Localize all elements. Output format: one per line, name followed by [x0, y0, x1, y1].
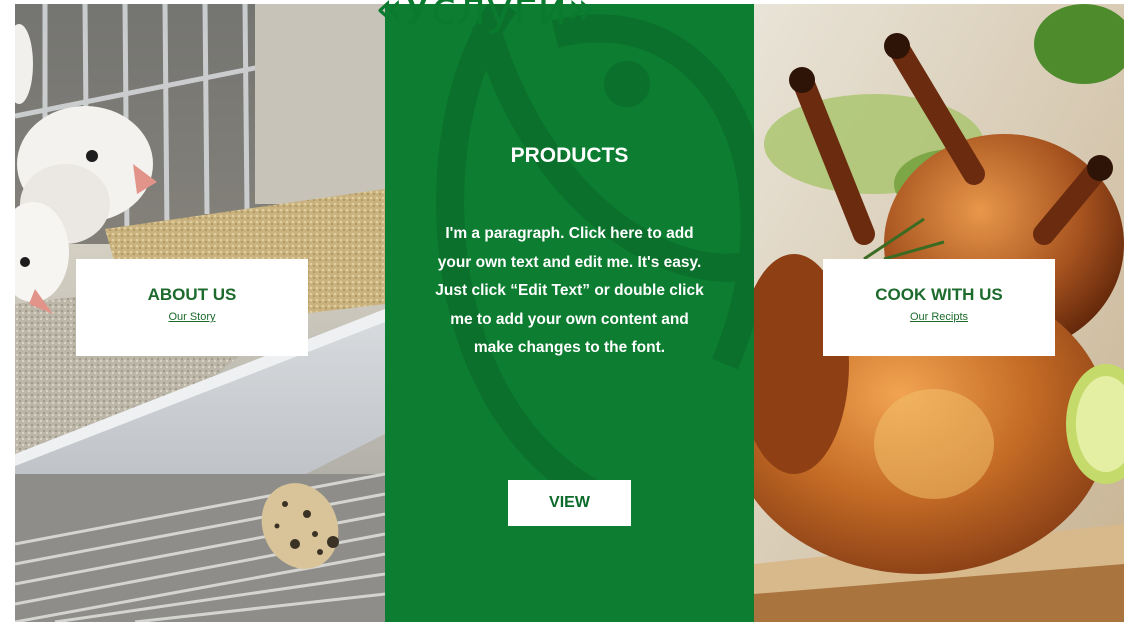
products-title: PRODUCTS: [510, 144, 629, 167]
about-us-title: ABOUT US: [147, 285, 237, 304]
cook-with-us-title: COOK WITH US: [875, 285, 1003, 304]
cook-panel: COOK WITH US Our Recipts: [754, 4, 1124, 622]
our-story-link[interactable]: Our Story: [168, 311, 215, 323]
our-recipts-link[interactable]: Our Recipts: [910, 311, 968, 323]
view-button[interactable]: VIEW: [508, 480, 631, 526]
page-title: «Услуги»: [375, 0, 596, 35]
products-paragraph: I'm a paragraph. Click here to add your …: [435, 225, 704, 356]
products-panel: PRODUCTS I'm a paragraph. Click here to …: [385, 4, 754, 622]
about-panel: ABOUT US Our Story: [15, 4, 385, 622]
about-us-card: ABOUT US Our Story: [76, 259, 308, 356]
cook-with-us-card: COOK WITH US Our Recipts: [823, 259, 1055, 356]
products-content: PRODUCTS I'm a paragraph. Click here to …: [385, 4, 754, 622]
